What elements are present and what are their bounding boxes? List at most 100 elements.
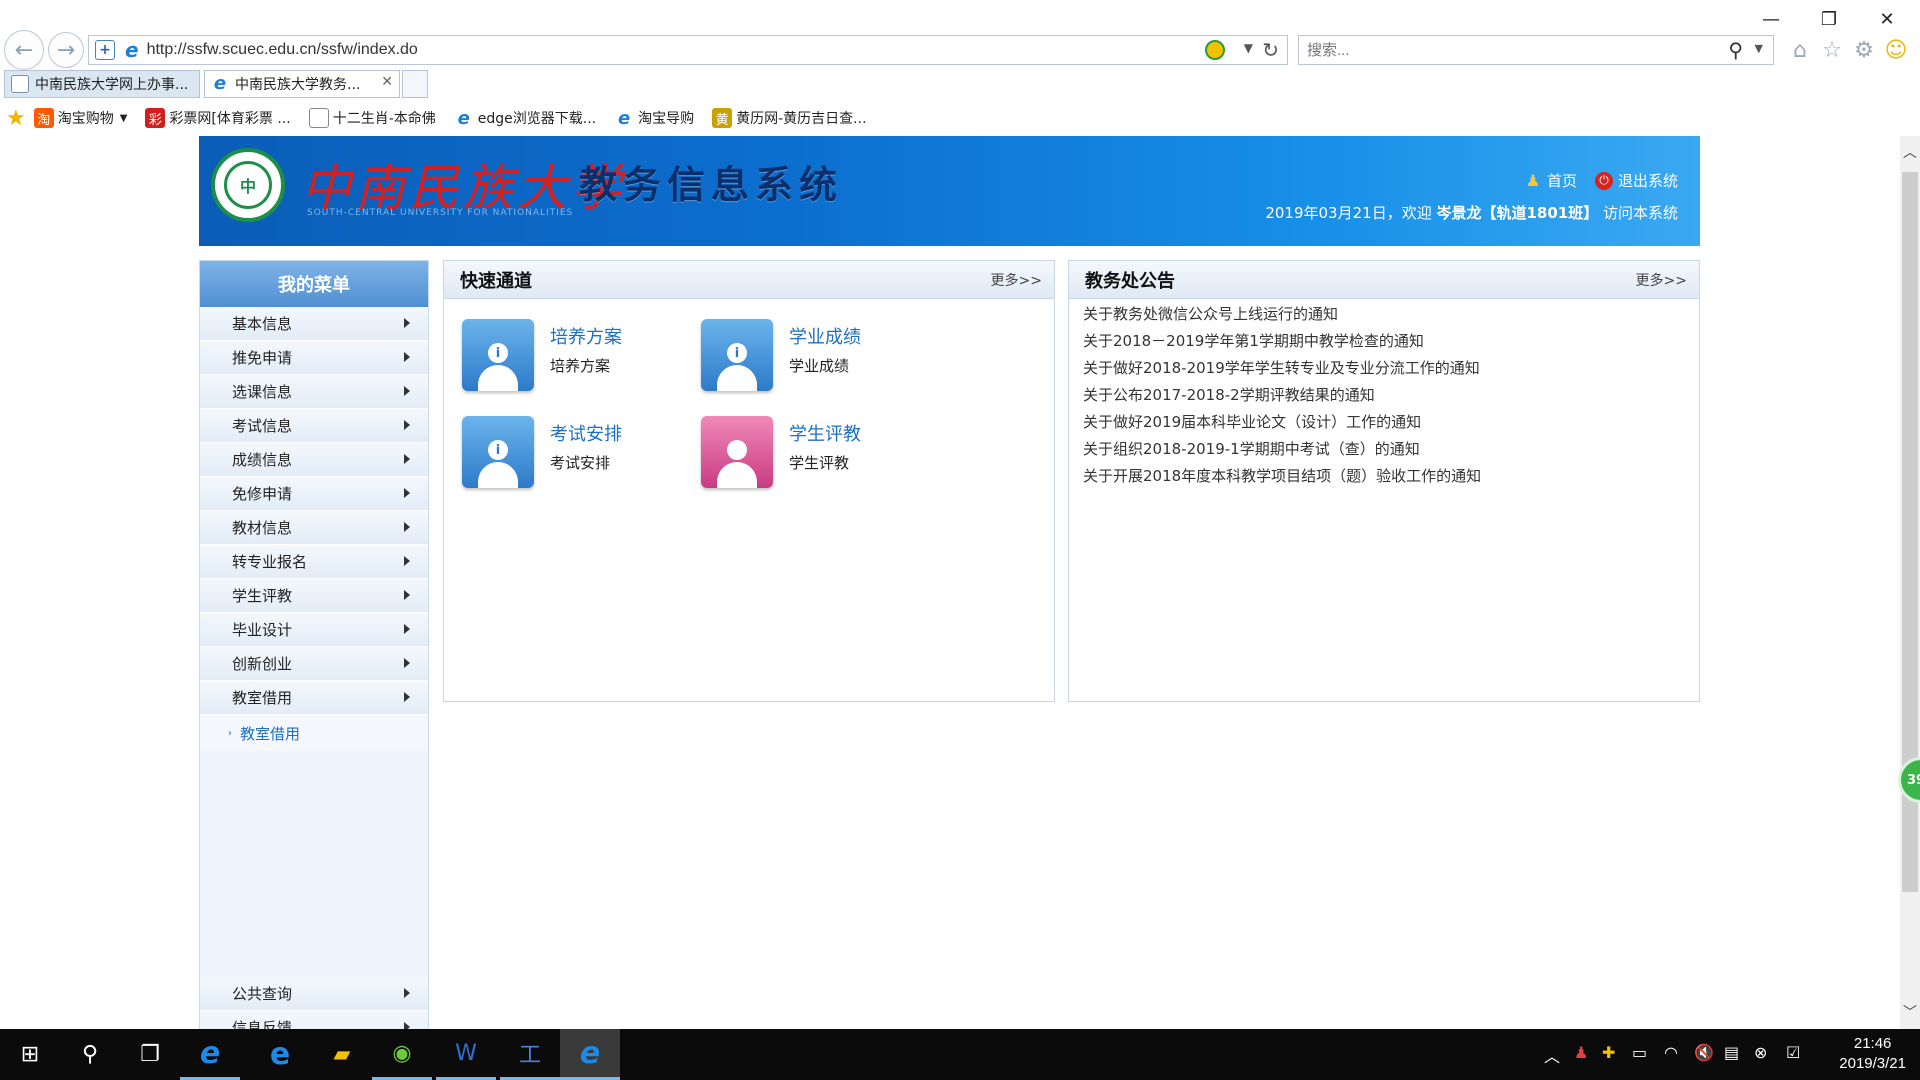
scroll-up-icon[interactable]: ︿ <box>1903 142 1917 162</box>
sidebar-item-label: 基本信息 <box>232 315 293 333</box>
sidebar-subitem-classroom-borrow[interactable]: › 教室借用 <box>200 715 428 751</box>
favorites-center-icon[interactable]: ★ <box>6 106 26 131</box>
volume-muted-icon[interactable]: 🔇 <box>1694 1043 1714 1062</box>
search-dropdown-icon[interactable]: ▼ <box>1755 42 1763 55</box>
sidebar-item-label: 公共查询 <box>232 985 293 1003</box>
work-app-icon[interactable]: 工 <box>500 1029 560 1080</box>
file-explorer-icon[interactable]: ▰ <box>312 1029 372 1080</box>
fav-taobao-guide[interactable]: e 淘宝导购 <box>614 108 694 129</box>
address-bar[interactable]: + e http://ssfw.scuec.edu.cn/ssfw/index.… <box>88 35 1288 65</box>
tab-office[interactable]: 中南民族大学网上办事... <box>4 70 200 98</box>
favorites-star-icon[interactable]: ☆ <box>1818 36 1846 64</box>
quick-item-title[interactable]: 考试安排 <box>550 420 622 446</box>
wifi-icon[interactable]: ◠ <box>1664 1043 1678 1062</box>
quick-item-evaluation[interactable]: 学生评教 学生评教 <box>701 416 921 492</box>
system-clock[interactable]: 21:46 2019/3/21 <box>1839 1034 1906 1074</box>
settings-gear-icon[interactable]: ⚙ <box>1850 36 1878 64</box>
fav-taobao[interactable]: 淘 淘宝购物 ▼ <box>33 108 128 128</box>
tray-360-icon[interactable]: ✚ <box>1602 1043 1615 1062</box>
notice-item[interactable]: 关于公布2017-2018-2学期评教结果的通知 <box>1069 382 1699 409</box>
home-link[interactable]: ♟ 首页 <box>1524 170 1577 191</box>
sidebar-item-basic-info[interactable]: 基本信息 <box>200 307 428 341</box>
tab-jwxt[interactable]: e 中南民族大学教务... ✕ <box>204 70 400 98</box>
back-button[interactable]: ← <box>4 30 44 70</box>
fav-almanac[interactable]: 黄 黄历网-黄历吉日查... <box>712 108 867 128</box>
dropdown-icon[interactable]: ▼ <box>120 113 128 124</box>
fav-lottery[interactable]: 彩 彩票网[体育彩票 ... <box>145 108 291 128</box>
sidebar-item-recommend[interactable]: 推免申请 <box>200 341 428 375</box>
sidebar-item-public-query[interactable]: 公共查询 <box>200 977 428 1011</box>
dropdown-icon[interactable]: ▼ <box>1244 41 1253 55</box>
notice-item[interactable]: 关于教务处微信公众号上线运行的通知 <box>1069 301 1699 328</box>
compat-globe-icon[interactable] <box>1205 40 1225 60</box>
search-box[interactable]: ⚲ ▼ <box>1298 35 1774 65</box>
notice-item[interactable]: 关于2018－2019学年第1学期期中教学检查的通知 <box>1069 328 1699 355</box>
sidebar-item-graduation-design[interactable]: 毕业设计 <box>200 613 428 647</box>
battery-icon[interactable]: ▭ <box>1632 1043 1647 1062</box>
wps-icon[interactable]: W <box>436 1029 496 1080</box>
action-center-icon[interactable]: ▤ <box>1724 1043 1739 1062</box>
close-circle-icon[interactable]: ⊗ <box>1754 1043 1767 1062</box>
sidebar-item-label: 毕业设计 <box>232 621 293 639</box>
sidebar-item-grades[interactable]: 成绩信息 <box>200 443 428 477</box>
fav-zodiac[interactable]: 十二生肖-本命佛 <box>308 108 436 128</box>
sidebar-item-exam-info[interactable]: 考试信息 <box>200 409 428 443</box>
browser-360-icon[interactable]: ◉ <box>372 1029 432 1080</box>
quick-item-training-plan[interactable]: i 培养方案 培养方案 <box>462 319 682 395</box>
tab-label: 中南民族大学网上办事... <box>35 77 189 93</box>
lottery-icon: 彩 <box>145 108 166 128</box>
logout-link[interactable]: ⏻ 退出系统 <box>1594 170 1678 191</box>
quick-item-title[interactable]: 培养方案 <box>550 323 622 349</box>
tray-app-icon[interactable]: ♟ <box>1574 1043 1588 1062</box>
minimize-button[interactable]: — <box>1748 4 1794 34</box>
quick-item-grades[interactable]: i 学业成绩 学业成绩 <box>701 319 921 395</box>
restore-button[interactable]: ❐ <box>1806 4 1852 34</box>
sidebar-item-major-transfer[interactable]: 转专业报名 <box>200 545 428 579</box>
new-tab-button[interactable] <box>402 70 428 98</box>
ie-taskbar-icon[interactable]: e <box>180 1029 240 1080</box>
tab-close-icon[interactable]: ✕ <box>381 74 393 90</box>
sidebar-item-course-selection[interactable]: 选课信息 <box>200 375 428 409</box>
notice-item[interactable]: 关于做好2018-2019学年学生转专业及专业分流工作的通知 <box>1069 355 1699 382</box>
checkbox-icon[interactable]: ☑ <box>1786 1043 1800 1062</box>
chevron-right-icon <box>404 988 410 998</box>
home-link-label: 首页 <box>1546 172 1577 190</box>
quick-item-title[interactable]: 学业成绩 <box>789 323 861 349</box>
clock-time: 21:46 <box>1853 1035 1892 1052</box>
edge-icon[interactable]: e <box>250 1029 310 1080</box>
more-link[interactable]: 更多>> <box>991 270 1042 290</box>
search-input[interactable] <box>1307 41 1687 59</box>
fav-label: 黄历网-黄历吉日查... <box>736 111 867 127</box>
compat-view-icon[interactable]: + <box>95 40 115 60</box>
search-icon[interactable]: ⚲ <box>1728 38 1743 62</box>
quick-item-title[interactable]: 学生评教 <box>789 420 861 446</box>
sidebar-item-innovation[interactable]: 创新创业 <box>200 647 428 681</box>
tray-chevron-up-icon[interactable]: ︿ <box>1544 1043 1560 1067</box>
search-icon[interactable]: ⚲ <box>60 1029 120 1080</box>
sidebar-item-classroom-borrow[interactable]: 教室借用 <box>200 681 428 715</box>
refresh-icon[interactable]: ↻ <box>1262 38 1279 62</box>
notice-item[interactable]: 关于做好2019届本科毕业论文（设计）工作的通知 <box>1069 409 1699 436</box>
sidebar-item-exemption[interactable]: 免修申请 <box>200 477 428 511</box>
url-text[interactable]: http://ssfw.scuec.edu.cn/ssfw/index.do <box>147 41 418 59</box>
fav-edge[interactable]: e edge浏览器下载... <box>454 108 596 129</box>
smiley-feedback-icon[interactable]: ☺ <box>1882 36 1910 64</box>
notice-item[interactable]: 关于组织2018-2019-1学期期中考试（查）的通知 <box>1069 436 1699 463</box>
quick-item-exam-schedule[interactable]: i 考试安排 考试安排 <box>462 416 682 492</box>
sidebar-item-feedback[interactable]: 信息反馈 <box>200 1011 428 1029</box>
task-view-icon[interactable]: ❐ <box>120 1029 180 1080</box>
header-links: ♟ 首页 ⏻ 退出系统 <box>1506 170 1678 191</box>
home-icon[interactable]: ⌂ <box>1786 36 1814 64</box>
start-windows-icon[interactable]: ⊞ <box>0 1029 60 1080</box>
sidebar-item-label: 教材信息 <box>232 519 293 537</box>
more-link[interactable]: 更多>> <box>1636 270 1687 290</box>
user-computer-icon <box>701 416 773 488</box>
close-window-button[interactable]: ✕ <box>1864 4 1910 34</box>
sidebar-item-evaluation[interactable]: 学生评教 <box>200 579 428 613</box>
ie-active-icon[interactable]: e <box>560 1029 620 1080</box>
vertical-scrollbar[interactable]: ︿ ﹀ <box>1900 136 1920 1029</box>
scroll-down-icon[interactable]: ﹀ <box>1903 1002 1917 1022</box>
sidebar-item-textbooks[interactable]: 教材信息 <box>200 511 428 545</box>
notice-item[interactable]: 关于开展2018年度本科教学项目结项（题）验收工作的通知 <box>1069 463 1699 490</box>
forward-button[interactable]: → <box>48 32 84 68</box>
